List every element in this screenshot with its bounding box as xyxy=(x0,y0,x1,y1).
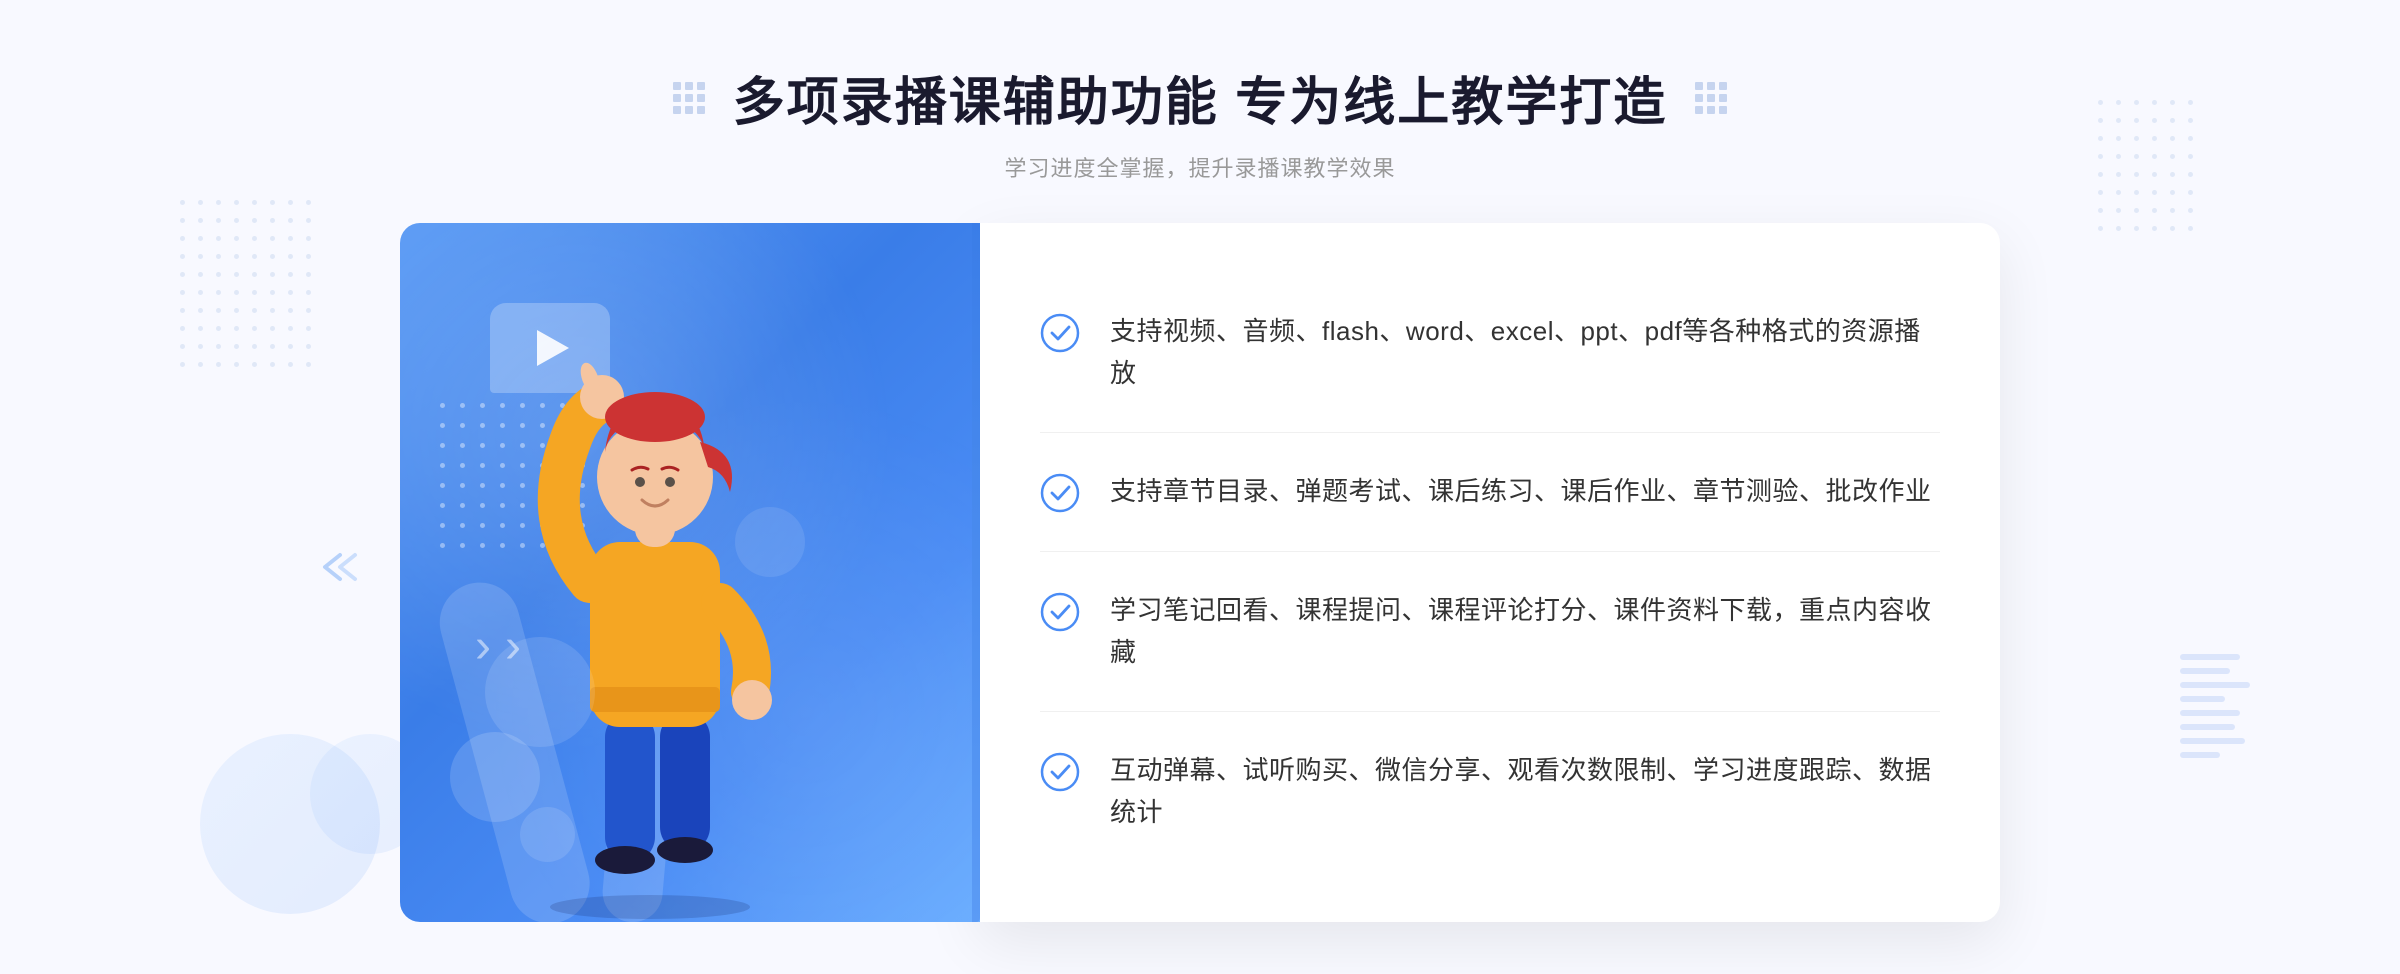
feature-text-3: 学习笔记回看、课程提问、课程评论打分、课件资料下载，重点内容收藏 xyxy=(1110,590,1940,673)
feature-text-2: 支持章节目录、弹题考试、课后练习、课后作业、章节测验、批改作业 xyxy=(1110,471,1932,513)
feature-text-1: 支持视频、音频、flash、word、excel、ppt、pdf等各种格式的资源… xyxy=(1110,311,1940,394)
arrow-left-decoration xyxy=(320,547,370,597)
page-title: 多项录播课辅助功能 专为线上教学打造 xyxy=(733,60,1667,135)
page-subtitle: 学习进度全掌握，提升录播课教学效果 xyxy=(733,151,1667,183)
check-icon-1 xyxy=(1040,313,1080,353)
feature-item-4: 互动弹幕、试听购买、微信分享、观看次数限制、学习进度跟踪、数据统计 xyxy=(1040,712,1940,871)
illustration-panel: const id1 = document.currentScript.paren… xyxy=(400,223,980,922)
header-section: 多项录播课辅助功能 专为线上教学打造 学习进度全掌握，提升录播课教学效果 xyxy=(733,0,1667,183)
svg-text:›: › xyxy=(505,620,521,673)
feature-item-3: 学习笔记回看、课程提问、课程评论打分、课件资料下载，重点内容收藏 xyxy=(1040,552,1940,712)
stripe-decoration xyxy=(2180,654,2240,774)
check-icon-2 xyxy=(1040,473,1080,513)
header-grid-icon-left xyxy=(673,82,705,114)
check-icon-4 xyxy=(1040,752,1080,792)
feature-item-1: 支持视频、音频、flash、word、excel、ppt、pdf等各种格式的资源… xyxy=(1040,273,1940,433)
deco-circle-illus-2 xyxy=(520,807,575,862)
feature-text-4: 互动弹幕、试听购买、微信分享、观看次数限制、学习进度跟踪、数据统计 xyxy=(1110,750,1940,833)
header-grid-icon-right xyxy=(1695,82,1727,114)
dot-pattern-left: const dp1 = document.currentScript.paren… xyxy=(180,200,318,374)
svg-text:›: › xyxy=(475,620,491,673)
panel-divider xyxy=(972,223,980,922)
features-panel: 支持视频、音频、flash、word、excel、ppt、pdf等各种格式的资源… xyxy=(980,223,2000,922)
content-area: const id1 = document.currentScript.paren… xyxy=(400,223,2000,922)
page-container: const dp1 = document.currentScript.paren… xyxy=(0,0,2400,974)
feature-item-2: 支持章节目录、弹题考试、课后练习、课后作业、章节测验、批改作业 xyxy=(1040,433,1940,552)
person-illustration: › › xyxy=(460,342,840,922)
check-icon-3 xyxy=(1040,592,1080,632)
dot-pattern-right: const dp2 = document.currentScript.paren… xyxy=(2098,100,2200,238)
deco-circle-illus-1 xyxy=(450,732,540,822)
